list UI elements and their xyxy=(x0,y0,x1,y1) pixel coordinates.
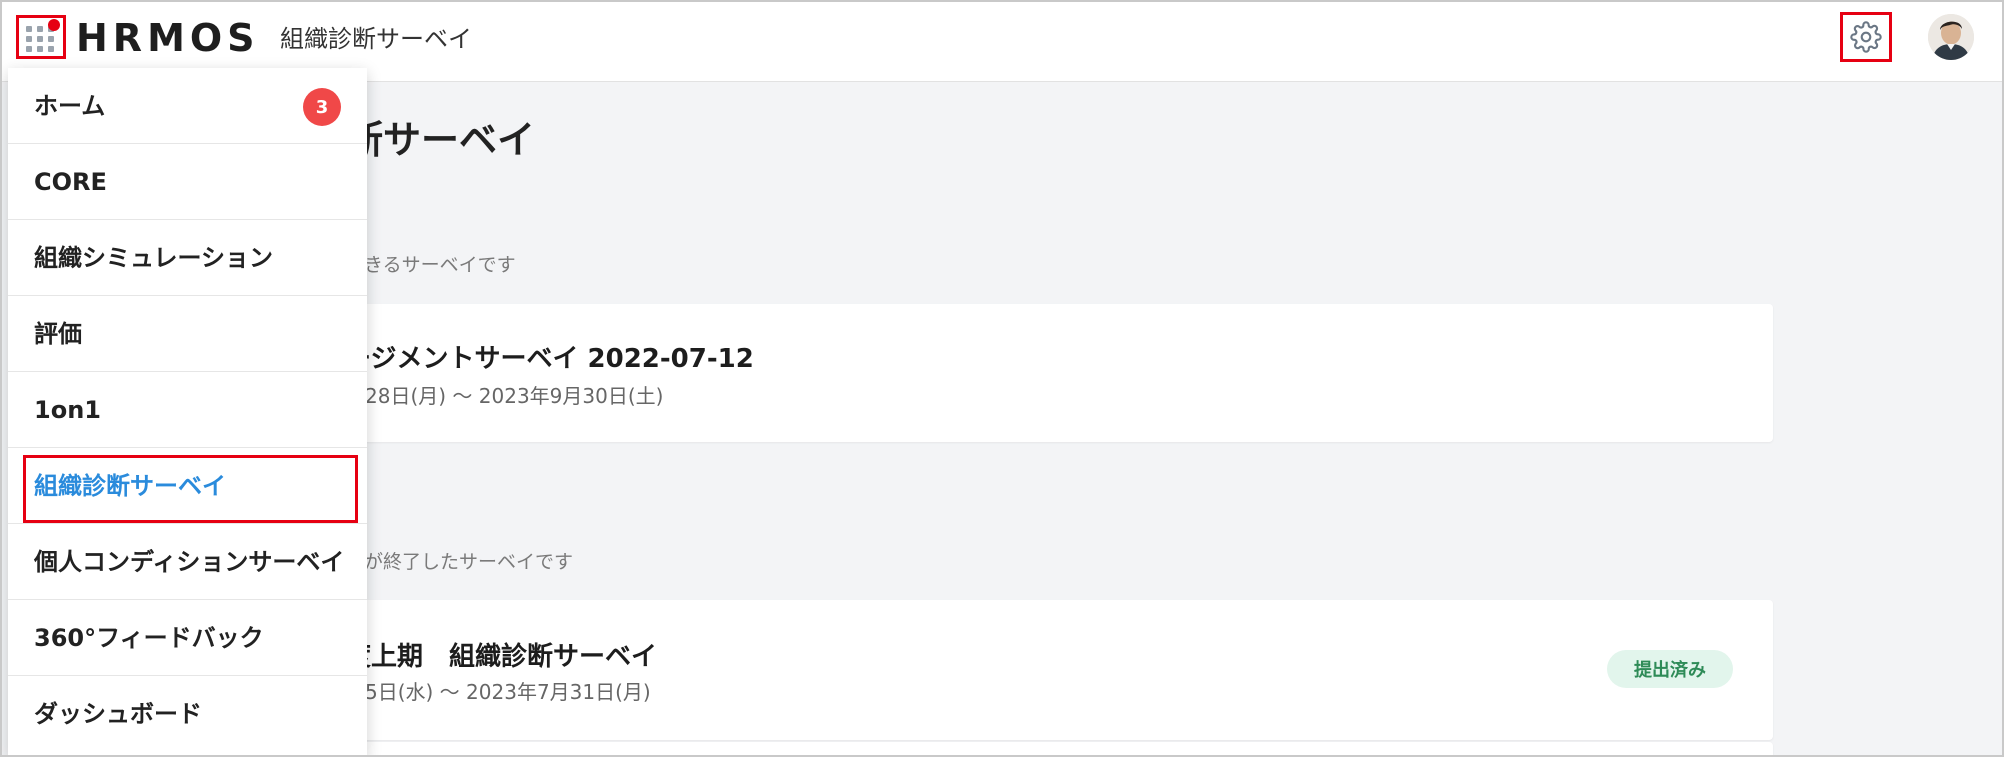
survey-title: 度上期 組織診断サーベイ xyxy=(345,642,658,672)
menu-item-label: 評価 xyxy=(34,320,82,348)
notification-dot xyxy=(48,19,60,31)
app-name: 組織診断サーベイ xyxy=(280,25,472,53)
survey-card-closed[interactable]: 度上期 組織診断サーベイ 月5日(水) ～ 2023年7月31日(月) 提出済み xyxy=(345,600,1773,740)
app-switcher-menu: ホーム 3 CORE 組織シミュレーション 評価 1on1 組織診断サーベイ 個… xyxy=(8,68,367,757)
menu-item-dashboard[interactable]: ダッシュボード xyxy=(8,676,367,752)
menu-item-360-feedback[interactable]: 360°フィードバック xyxy=(8,600,367,676)
menu-item-home[interactable]: ホーム 3 xyxy=(8,68,367,144)
gear-icon xyxy=(1850,21,1882,53)
survey-period: 月28日(月) ～ 2023年9月30日(土) xyxy=(345,384,664,408)
notification-count-badge: 3 xyxy=(303,88,341,126)
status-badge: 提出済み xyxy=(1607,650,1733,688)
menu-item-evaluation[interactable]: 評価 xyxy=(8,296,367,372)
hrmos-logo: HRMOS xyxy=(76,16,260,60)
menu-item-label: 1on1 xyxy=(34,396,101,424)
menu-item-label: 個人コンディションサーベイ xyxy=(34,548,345,576)
avatar-icon xyxy=(1928,14,1974,60)
menu-item-label: CORE xyxy=(34,168,107,196)
menu-item-1on1[interactable]: 1on1 xyxy=(8,372,367,448)
menu-item-condition-survey[interactable]: 個人コンディションサーベイ xyxy=(8,524,367,600)
page-title: 断サーベイ xyxy=(345,118,536,162)
menu-item-label: 組織診断サーベイ xyxy=(34,472,226,500)
survey-card-next[interactable] xyxy=(345,742,1773,757)
menu-item-org-simulation[interactable]: 組織シミュレーション xyxy=(8,220,367,296)
menu-item-label: ホーム xyxy=(34,92,106,120)
settings-button[interactable] xyxy=(1840,12,1892,62)
menu-item-org-survey[interactable]: 組織診断サーベイ xyxy=(8,448,367,524)
closed-section-description: 出が終了したサーベイです xyxy=(345,551,574,573)
app-launcher-button[interactable] xyxy=(16,15,66,59)
survey-title: ージメントサーベイ 2022-07-12 xyxy=(345,344,754,374)
menu-item-core[interactable]: CORE xyxy=(8,144,367,220)
user-avatar[interactable] xyxy=(1928,14,1974,60)
survey-period: 月5日(水) ～ 2023年7月31日(月) xyxy=(345,680,651,704)
survey-card-open[interactable]: ージメントサーベイ 2022-07-12 月28日(月) ～ 2023年9月30… xyxy=(345,304,1773,442)
open-section-description: できるサーベイです xyxy=(345,254,516,276)
menu-item-label: 組織シミュレーション xyxy=(34,244,274,272)
menu-item-label: ダッシュボード xyxy=(34,700,202,728)
menu-item-label: 360°フィードバック xyxy=(34,624,264,652)
